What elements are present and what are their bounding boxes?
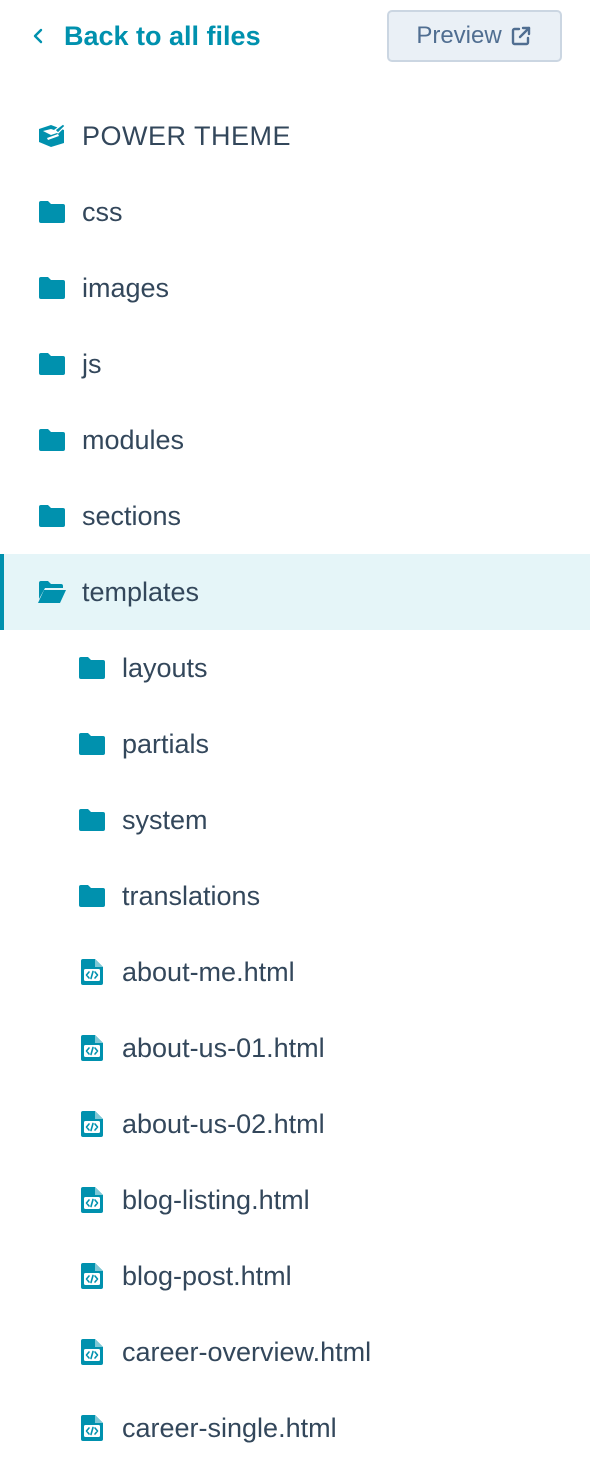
tree-item-label: css — [82, 196, 123, 227]
tree-item-label: career-single.html — [122, 1412, 337, 1443]
tree-item-label: templates — [82, 576, 200, 607]
file-tree: POWER THEME css images js modules sectio… — [0, 98, 590, 1466]
tree-item-label: about-us-02.html — [122, 1108, 325, 1139]
tree-item-partials[interactable]: partials — [0, 706, 590, 782]
folder-icon — [39, 201, 65, 223]
html-file-icon — [81, 1187, 103, 1213]
tree-item-power-theme[interactable]: POWER THEME — [0, 98, 590, 174]
back-link-label: Back to all files — [64, 20, 261, 51]
tree-item-label: career-overview.html — [122, 1336, 372, 1367]
folder-open-icon — [38, 581, 66, 603]
tree-item-blog-listing-html[interactable]: blog-listing.html — [0, 1162, 590, 1238]
html-file-icon — [81, 959, 103, 985]
tree-item-about-us-02-html[interactable]: about-us-02.html — [0, 1086, 590, 1162]
tree-item-label: layouts — [122, 652, 208, 683]
folder-icon — [79, 885, 105, 907]
html-file-icon — [81, 1035, 103, 1061]
tree-item-layouts[interactable]: layouts — [0, 630, 590, 706]
folder-icon — [39, 429, 65, 451]
tree-item-about-me-html[interactable]: about-me.html — [0, 934, 590, 1010]
folder-icon — [39, 353, 65, 375]
folder-icon — [79, 733, 105, 755]
tree-item-blog-post-html[interactable]: blog-post.html — [0, 1238, 590, 1314]
tree-item-translations[interactable]: translations — [0, 858, 590, 934]
tree-item-system[interactable]: system — [0, 782, 590, 858]
tree-item-label: about-us-01.html — [122, 1032, 325, 1063]
tree-item-css[interactable]: css — [0, 174, 590, 250]
tree-item-label: system — [122, 804, 208, 835]
theme-icon — [39, 123, 66, 147]
tree-item-career-overview-html[interactable]: career-overview.html — [0, 1314, 590, 1390]
tree-item-sections[interactable]: sections — [0, 478, 590, 554]
tree-item-label: blog-listing.html — [122, 1184, 310, 1215]
folder-icon — [39, 277, 65, 299]
tree-item-label: blog-post.html — [122, 1260, 292, 1291]
tree-item-career-single-html[interactable]: career-single.html — [0, 1390, 590, 1466]
back-to-all-files-link[interactable]: Back to all files — [28, 18, 261, 54]
html-file-icon — [81, 1339, 103, 1365]
tree-item-templates[interactable]: templates — [0, 554, 590, 630]
tree-item-label: POWER THEME — [82, 120, 292, 151]
folder-icon — [79, 809, 105, 831]
folder-icon — [39, 505, 65, 527]
tree-item-images[interactable]: images — [0, 250, 590, 326]
file-browser-header: Back to all files Preview — [0, 0, 590, 76]
html-file-icon — [81, 1111, 103, 1137]
tree-item-label: about-me.html — [122, 956, 295, 987]
preview-button[interactable]: Preview — [387, 10, 562, 62]
tree-item-modules[interactable]: modules — [0, 402, 590, 478]
tree-item-about-us-01-html[interactable]: about-us-01.html — [0, 1010, 590, 1086]
tree-item-label: sections — [82, 500, 182, 531]
tree-item-label: images — [82, 272, 170, 303]
tree-item-label: modules — [82, 424, 185, 455]
tree-item-js[interactable]: js — [0, 326, 590, 402]
html-file-icon — [81, 1263, 103, 1289]
html-file-icon — [81, 1415, 103, 1441]
chevron-left-icon — [33, 28, 43, 44]
folder-icon — [79, 657, 105, 679]
external-link-icon — [511, 26, 530, 46]
tree-item-label: translations — [122, 880, 261, 911]
tree-item-label: partials — [122, 728, 210, 759]
tree-item-label: js — [82, 348, 102, 379]
preview-button-label: Preview — [416, 22, 502, 49]
